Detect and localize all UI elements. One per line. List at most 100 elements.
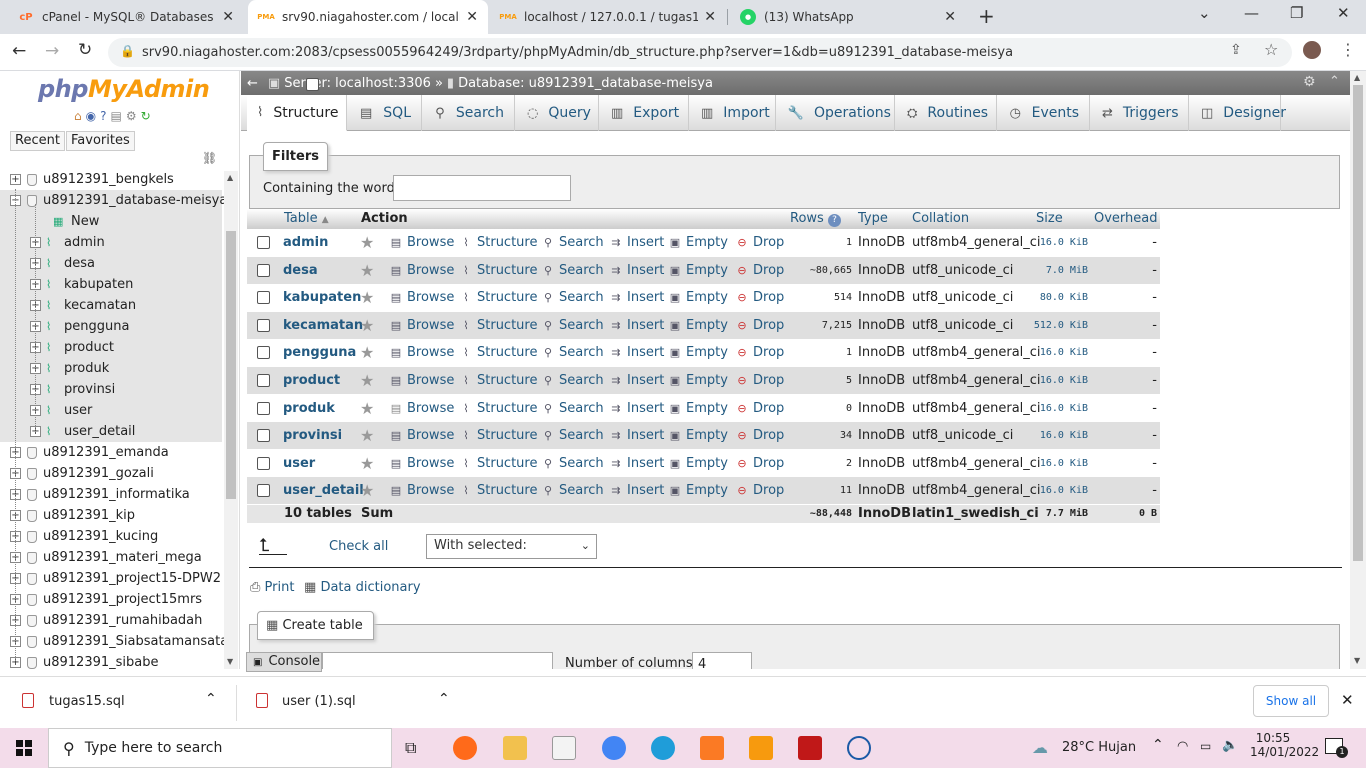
sidebar-db-item[interactable]: + u8912391_gozali: [0, 463, 222, 484]
sidebar-table-item[interactable]: + ⌇ user_detail: [0, 421, 222, 442]
main-scroll-thumb[interactable]: [1353, 85, 1363, 561]
table-name-link[interactable]: provinsi: [283, 428, 342, 443]
close-window-icon[interactable]: ✕: [1337, 4, 1350, 22]
sidebar-table-item[interactable]: + ⌇ provinsi: [0, 379, 222, 400]
action-search[interactable]: ⚲ Search: [541, 456, 604, 471]
phpmyadmin-logo[interactable]: phpMyAdmin: [38, 75, 210, 103]
action-drop[interactable]: ⊖ Drop: [735, 318, 784, 333]
action-structure[interactable]: ⌇ Structure: [459, 263, 537, 278]
row-size[interactable]: 16.0 KiB: [1040, 485, 1088, 496]
favorite-star-icon[interactable]: ★: [360, 343, 374, 362]
main-scrollbar[interactable]: ▲ ▼: [1350, 71, 1366, 669]
new-tab-button[interactable]: +: [978, 4, 995, 28]
row-checkbox[interactable]: [257, 291, 270, 305]
weather-text[interactable]: 28°C Hujan: [1062, 740, 1136, 755]
action-drop[interactable]: ⊖ Drop: [735, 428, 784, 443]
action-search[interactable]: ⚲ Search: [541, 401, 604, 416]
col-header-table[interactable]: Table ▲: [284, 211, 329, 226]
edge-icon[interactable]: [651, 736, 675, 760]
row-checkbox[interactable]: [257, 456, 270, 470]
sidebar-table-item[interactable]: + ⌇ user: [0, 400, 222, 421]
data-dictionary-link[interactable]: ▦ Data dictionary: [304, 580, 421, 595]
row-size[interactable]: 16.0 KiB: [1040, 375, 1088, 386]
action-insert[interactable]: ⇉ Insert: [609, 401, 664, 416]
action-drop[interactable]: ⊖ Drop: [735, 401, 784, 416]
row-size[interactable]: 16.0 KiB: [1040, 403, 1088, 414]
filter-word-input[interactable]: [393, 175, 571, 201]
action-empty[interactable]: ▣ Empty: [668, 483, 728, 498]
action-structure[interactable]: ⌇ Structure: [459, 456, 537, 471]
print-link[interactable]: ⎙ Print: [250, 580, 294, 595]
logout-icon[interactable]: ◉: [86, 109, 96, 123]
row-size[interactable]: 16.0 KiB: [1040, 237, 1088, 248]
browser-tab-cpanel[interactable]: cP cPanel - MySQL® Databases ✕: [8, 0, 244, 34]
action-insert[interactable]: ⇉ Insert: [609, 235, 664, 250]
action-browse[interactable]: ▤ Browse: [389, 456, 455, 471]
scroll-down-icon[interactable]: ▼: [1354, 656, 1360, 665]
tab-triggers[interactable]: ⇄ Triggers: [1092, 95, 1189, 131]
forward-icon[interactable]: →: [45, 41, 59, 61]
action-drop[interactable]: ⊖ Drop: [735, 290, 784, 305]
help-icon[interactable]: ?: [100, 109, 106, 123]
tab-export[interactable]: ▥ Export: [601, 95, 689, 131]
reload-icon[interactable]: ↻: [78, 40, 92, 60]
favorite-star-icon[interactable]: ★: [360, 454, 374, 473]
sidebar-db-item[interactable]: + u8912391_sibabe: [0, 652, 222, 669]
windows-start-icon[interactable]: [16, 740, 32, 756]
menu-dots-icon[interactable]: ⋮: [1340, 40, 1356, 59]
browser-tab-whatsapp[interactable]: ● (13) WhatsApp ✕: [730, 0, 966, 34]
table-name-link[interactable]: admin: [283, 235, 328, 250]
tab-search-icon[interactable]: ⌄: [1198, 4, 1211, 22]
action-browse[interactable]: ▤ Browse: [389, 318, 455, 333]
sidebar-table-item[interactable]: + ⌇ admin: [0, 232, 222, 253]
tab-search[interactable]: ⚲ Search: [424, 95, 515, 131]
table-name-link[interactable]: kabupaten: [283, 290, 361, 305]
action-search[interactable]: ⚲ Search: [541, 345, 604, 360]
action-browse[interactable]: ▤ Browse: [389, 428, 455, 443]
sidebar-new-table[interactable]: ▦ New: [0, 211, 222, 232]
action-insert[interactable]: ⇉ Insert: [609, 456, 664, 471]
sidebar-db-item[interactable]: + u8912391_project15-DPW2: [0, 568, 222, 589]
tab-structure[interactable]: ⌇ Structure: [247, 95, 347, 131]
action-drop[interactable]: ⊖ Drop: [735, 456, 784, 471]
row-checkbox[interactable]: [257, 263, 270, 277]
action-structure[interactable]: ⌇ Structure: [459, 235, 537, 250]
favorite-star-icon[interactable]: ★: [360, 288, 374, 307]
action-drop[interactable]: ⊖ Drop: [735, 263, 784, 278]
link-chain-icon[interactable]: ⛓: [202, 151, 217, 165]
action-drop[interactable]: ⊖ Drop: [735, 483, 784, 498]
app-ring-icon[interactable]: [847, 736, 871, 760]
sidebar-table-item[interactable]: + ⌇ product: [0, 337, 222, 358]
sidebar-table-item[interactable]: + ⌇ kabupaten: [0, 274, 222, 295]
row-size[interactable]: 16.0 KiB: [1040, 430, 1088, 441]
favorite-star-icon[interactable]: ★: [360, 261, 374, 280]
file-explorer-icon[interactable]: [503, 736, 527, 760]
sidebar-scrollbar[interactable]: ▲ ▼: [224, 171, 238, 669]
action-browse[interactable]: ▤ Browse: [389, 373, 455, 388]
action-empty[interactable]: ▣ Empty: [668, 373, 728, 388]
sidebar-db-item[interactable]: + u8912391_emanda: [0, 442, 222, 463]
taskbar-search[interactable]: ⚲ Type here to search: [48, 728, 392, 768]
profile-avatar[interactable]: [1303, 41, 1321, 59]
xampp-icon[interactable]: [700, 736, 724, 760]
bookmark-star-icon[interactable]: ☆: [1264, 40, 1278, 59]
action-insert[interactable]: ⇉ Insert: [609, 428, 664, 443]
settings-gear-icon[interactable]: ⚙: [126, 109, 137, 123]
action-empty[interactable]: ▣ Empty: [668, 263, 728, 278]
action-drop[interactable]: ⊖ Drop: [735, 373, 784, 388]
action-insert[interactable]: ⇉ Insert: [609, 290, 664, 305]
tab-query[interactable]: ◌ Query: [517, 95, 599, 131]
action-structure[interactable]: ⌇ Structure: [459, 318, 537, 333]
battery-icon[interactable]: ▭: [1200, 739, 1211, 753]
row-size[interactable]: 16.0 KiB: [1040, 347, 1088, 358]
sidebar-table-item[interactable]: + ⌇ kecamatan: [0, 295, 222, 316]
action-empty[interactable]: ▣ Empty: [668, 318, 728, 333]
sidebar-db-item[interactable]: + u8912391_informatika: [0, 484, 222, 505]
action-search[interactable]: ⚲ Search: [541, 483, 604, 498]
close-tab-icon[interactable]: ✕: [466, 9, 478, 25]
sidebar-db-item[interactable]: + u8912391_Siabsatamansata: [0, 631, 228, 652]
action-empty[interactable]: ▣ Empty: [668, 401, 728, 416]
action-browse[interactable]: ▤ Browse: [389, 290, 455, 305]
action-search[interactable]: ⚲ Search: [541, 290, 604, 305]
page-settings-gear-icon[interactable]: ⚙: [1303, 74, 1316, 90]
